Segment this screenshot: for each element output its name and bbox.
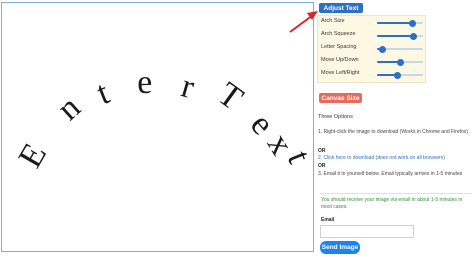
slider-letter-spacing[interactable]: Letter Spacing [321,43,425,53]
slider-label: Arch Size [321,18,345,24]
slider-label: Arch Squeeze [321,31,356,37]
slider-move-left-right[interactable]: Move Left/Right [321,69,425,79]
or-separator: OR [318,148,326,154]
slider-track[interactable] [377,58,423,66]
arched-text-preview: En t e r Text [12,64,315,174]
slider-thumb[interactable] [379,45,387,53]
email-label: Email [321,217,335,223]
adjust-text-button[interactable]: Adjust Text [319,3,363,13]
divider [320,193,472,194]
arched-letter: n [50,89,87,128]
or-separator: OR [318,163,326,169]
download-link[interactable]: 2. Click here to download (does not work… [318,155,468,162]
slider-arch-size[interactable]: Arch Size [321,17,425,27]
email-notice: You should receive your image via email … [321,197,463,210]
adjust-text-panel: Arch Size Arch Squeeze Letter Spacing Mo… [317,15,426,83]
slider-thumb[interactable] [396,58,404,66]
arched-letter: e [136,64,152,102]
arched-letter: t [92,74,115,112]
slider-label: Move Up/Down [321,57,359,63]
options-title: Three Options [318,114,353,120]
arched-letter: E [12,138,54,174]
text-canvas[interactable]: EnterText [1,2,315,252]
arched-letter: r [177,68,199,107]
slider-thumb[interactable] [410,32,418,40]
slider-track[interactable] [377,71,423,79]
option-right-click: 1. Right-click the image to download (Wo… [318,129,468,135]
option-email: 3. Email it to yourself below. Email typ… [318,171,463,177]
slider-track[interactable] [377,19,423,27]
slider-fill [377,35,414,37]
slider-track[interactable] [377,45,423,53]
slider-fill [377,22,413,24]
slider-thumb[interactable] [409,19,417,27]
slider-label: Move Left/Right [321,70,360,76]
email-field[interactable] [320,225,414,238]
arched-letter: T [211,75,250,117]
slider-move-up-down[interactable]: Move Up/Down [321,56,425,66]
slider-track[interactable] [377,32,423,40]
slider-arch-squeeze[interactable]: Arch Squeeze [321,30,425,40]
canvas-size-button[interactable]: Canvas Size [319,93,362,103]
send-image-button[interactable]: Send Image [320,241,360,254]
slider-thumb[interactable] [394,71,402,79]
slider-label: Letter Spacing [321,44,357,50]
